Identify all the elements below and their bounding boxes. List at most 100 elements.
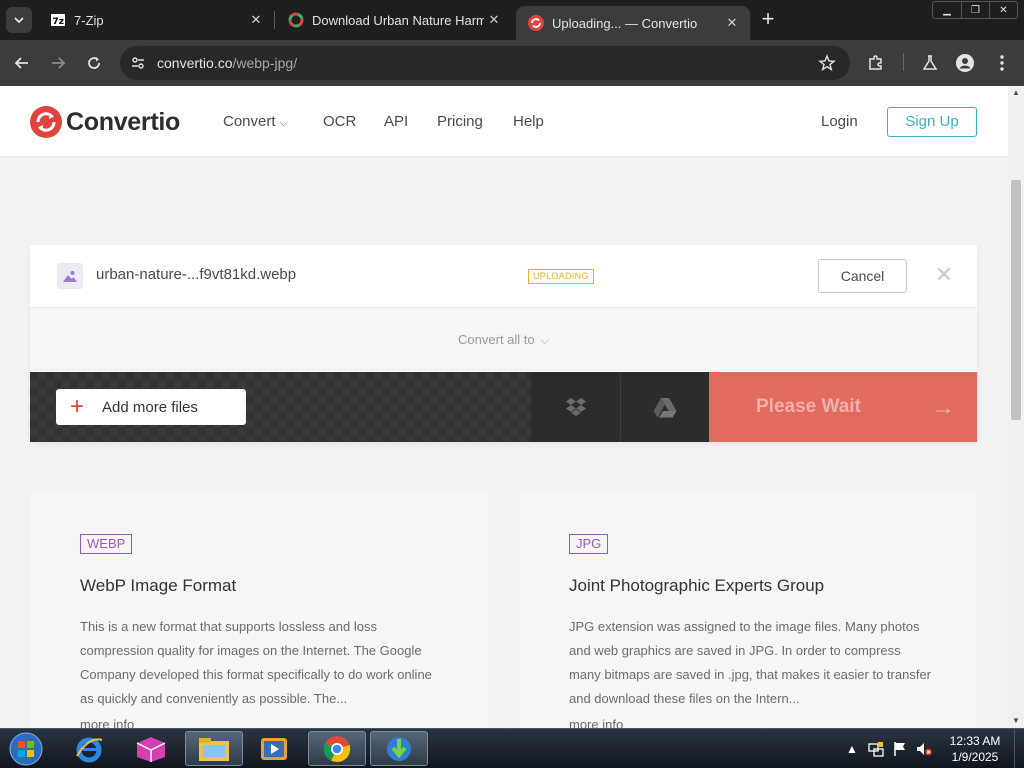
remove-file-icon[interactable]: ✕	[934, 264, 954, 286]
action-bar: + Add more files Please Wait →	[30, 372, 977, 442]
add-more-files-label: Add more files	[102, 398, 198, 416]
menu-button[interactable]	[990, 51, 1014, 75]
format-badge: WEBP	[80, 534, 133, 554]
format-card-jpg: JPG Joint Photographic Experts Group JPG…	[519, 491, 977, 728]
nav-api[interactable]: API	[384, 113, 408, 130]
7zip-icon: 7z	[51, 14, 65, 27]
close-tab-icon[interactable]: ✕	[722, 13, 742, 33]
app-icon	[136, 736, 166, 762]
window-controls: ▁ ❐ ✕	[932, 1, 1018, 19]
nav-help[interactable]: Help	[513, 113, 544, 130]
more-info-link[interactable]: more info	[569, 717, 623, 728]
scroll-up-icon[interactable]: ▲	[1008, 86, 1024, 100]
site-settings-icon[interactable]	[130, 55, 146, 71]
taskbar-chrome[interactable]	[308, 731, 366, 766]
taskbar: ▲ 12:33 AM 1/9/2025	[0, 728, 1024, 768]
tab-title: Download Urban Nature Harm	[312, 12, 484, 28]
format-badge: JPG	[569, 534, 609, 554]
windows-start-icon	[9, 732, 43, 766]
please-wait-label: Please Wait	[756, 396, 861, 417]
nav-ocr[interactable]: OCR	[323, 113, 356, 130]
new-tab-button[interactable]: +	[756, 8, 780, 32]
tab-search-button[interactable]	[6, 7, 32, 33]
more-vertical-icon	[1000, 55, 1004, 71]
dropbox-icon	[565, 398, 586, 416]
nav-convert[interactable]: Convert ⌵	[223, 113, 288, 130]
arrow-left-icon	[14, 57, 28, 69]
bookmark-star-icon[interactable]	[818, 54, 836, 72]
login-link[interactable]: Login	[821, 113, 858, 130]
google-drive-button[interactable]	[621, 372, 709, 442]
convertio-icon	[528, 15, 544, 31]
tab-title: 7-Zip	[74, 12, 104, 28]
please-wait-button[interactable]: Please Wait →	[709, 372, 977, 442]
forward-button[interactable]	[44, 49, 72, 77]
tab-strip: 7z 7-Zip ✕ Download Urban Nature Harm ✕ …	[0, 0, 1024, 40]
convert-all-label: Convert all to	[458, 332, 535, 347]
chevron-down-icon	[14, 17, 24, 24]
add-more-files-button[interactable]: + Add more files	[56, 389, 246, 425]
show-hidden-icons-icon[interactable]: ▲	[842, 739, 862, 759]
nav-pricing[interactable]: Pricing	[437, 113, 483, 130]
reload-button[interactable]	[80, 49, 108, 77]
puzzle-icon	[869, 55, 882, 70]
toolbar-divider	[903, 53, 904, 71]
cancel-button[interactable]: Cancel	[818, 259, 907, 293]
file-explorer-icon	[199, 737, 229, 761]
url-host: convertio.co	[157, 55, 233, 71]
tab-convertio[interactable]: Uploading... — Convertio ✕	[516, 6, 750, 40]
chevron-down-icon: ⌵	[540, 335, 549, 347]
brand-name: Convertio	[66, 107, 180, 136]
back-button[interactable]	[8, 49, 36, 77]
network-icon[interactable]	[866, 739, 886, 759]
image-file-icon	[57, 263, 83, 289]
close-tab-icon[interactable]: ✕	[484, 10, 504, 30]
address-bar[interactable]: convertio.co/webp-jpg/	[120, 46, 850, 80]
convertio-logo[interactable]: Convertio	[30, 106, 180, 138]
tab-divider	[274, 11, 275, 29]
show-desktop-button[interactable]	[1014, 729, 1024, 768]
restore-icon[interactable]: ❐	[961, 2, 989, 18]
page-scrollbar[interactable]: ▲ ▼	[1008, 86, 1024, 728]
dropbox-button[interactable]	[531, 372, 620, 442]
scrollbar-thumb[interactable]	[1011, 180, 1021, 420]
plus-icon: +	[70, 393, 85, 420]
svg-text:7z: 7z	[53, 17, 65, 27]
taskbar-download-manager[interactable]	[370, 731, 428, 766]
download-manager-icon	[387, 736, 411, 761]
labs-button[interactable]	[918, 51, 942, 75]
action-center-flag-icon[interactable]	[890, 739, 910, 759]
extensions-button[interactable]	[864, 51, 888, 75]
system-clock[interactable]: 12:33 AM 1/9/2025	[940, 733, 1010, 765]
more-info-link[interactable]: more info	[80, 717, 134, 728]
taskbar-file-explorer[interactable]	[185, 731, 243, 766]
browser-toolbar: convertio.co/webp-jpg/	[0, 40, 1024, 86]
format-description: JPG extension was assigned to the image …	[569, 619, 932, 706]
minimize-icon[interactable]: ▁	[933, 2, 961, 18]
upload-card: urban-nature-...f9vt81kd.webp UPLOADING …	[30, 245, 977, 442]
reload-icon	[88, 57, 100, 69]
file-row: urban-nature-...f9vt81kd.webp UPLOADING …	[30, 245, 977, 308]
file-name: urban-nature-...f9vt81kd.webp	[96, 266, 297, 283]
taskbar-internet-explorer[interactable]	[60, 731, 118, 766]
clock-date: 1/9/2025	[951, 750, 999, 764]
tab-7zip[interactable]: 7z 7-Zip ✕	[38, 0, 274, 40]
tab-title: Uploading... — Convertio	[552, 15, 698, 31]
taskbar-media-player[interactable]	[245, 731, 303, 766]
chevron-down-icon: ⌵	[279, 117, 288, 129]
close-window-icon[interactable]: ✕	[989, 2, 1017, 18]
taskbar-app[interactable]	[122, 731, 180, 766]
convert-all-dropdown[interactable]: Convert all to ⌵	[30, 308, 977, 371]
tab-urban-nature[interactable]: Download Urban Nature Harm ✕	[276, 0, 512, 40]
page-viewport: Convertio Convert ⌵ OCR API Pricing Help …	[0, 86, 1008, 728]
scroll-down-icon[interactable]: ▼	[1008, 714, 1024, 728]
start-button[interactable]	[6, 730, 46, 768]
system-tray: ▲	[842, 729, 938, 768]
volume-muted-icon[interactable]	[914, 739, 934, 759]
signup-button[interactable]: Sign Up	[887, 107, 977, 137]
internet-explorer-icon	[76, 737, 103, 762]
site-header: Convertio Convert ⌵ OCR API Pricing Help …	[0, 86, 1008, 156]
close-tab-icon[interactable]: ✕	[246, 10, 266, 30]
chrome-icon	[323, 735, 351, 762]
profile-button[interactable]	[953, 51, 977, 75]
